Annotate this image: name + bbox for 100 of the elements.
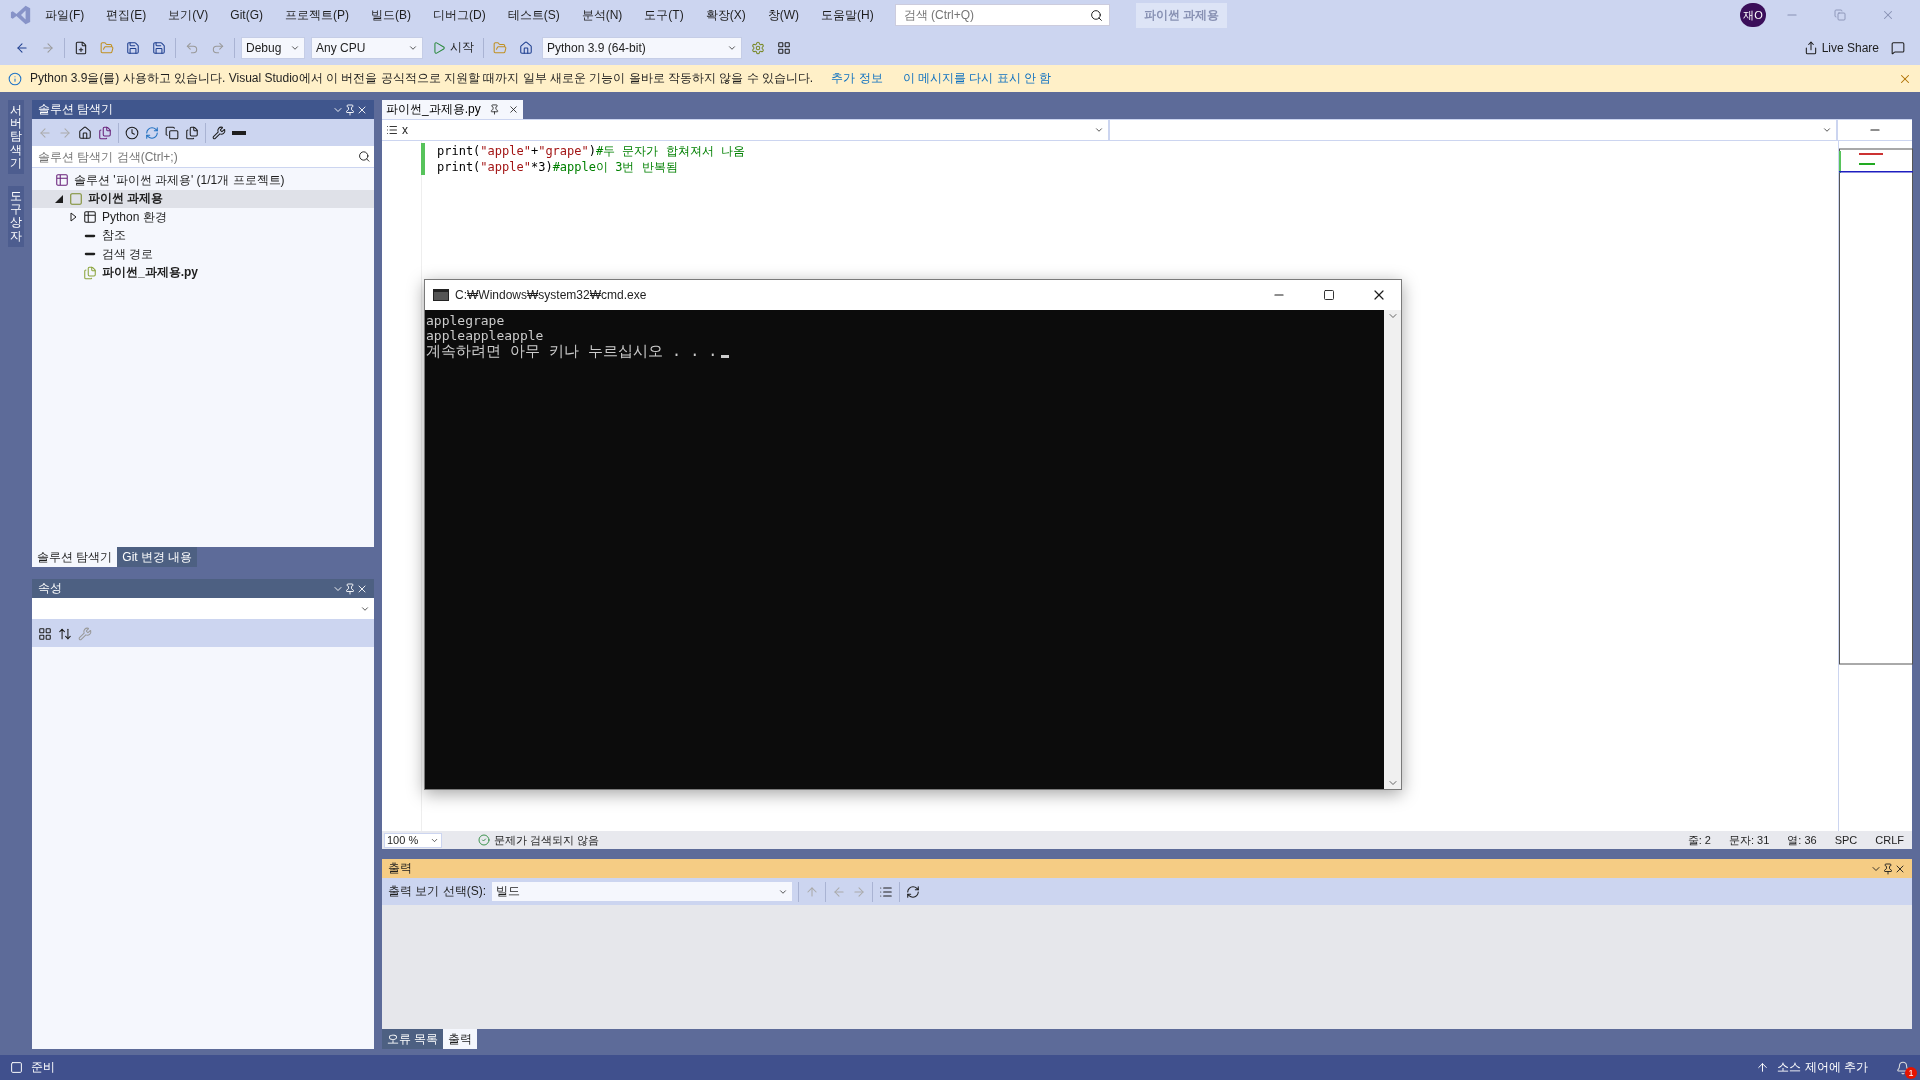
menu-item[interactable]: 창(W)	[758, 3, 808, 27]
save-icon	[126, 40, 140, 55]
folder-search-icon	[493, 40, 507, 55]
tree-item[interactable]: 검색 경로	[32, 245, 374, 264]
status-text: 준비	[31, 1059, 55, 1076]
next-icon	[852, 884, 866, 899]
console-icon	[433, 289, 449, 301]
python-project-icon	[69, 191, 83, 206]
panel-tab[interactable]: 솔루션 탐색기	[32, 547, 118, 567]
redo-icon	[211, 40, 225, 55]
tree-item[interactable]: 파이썬_과제용.py	[32, 263, 374, 282]
undo-icon	[185, 40, 199, 55]
dropdown-icon	[1822, 125, 1832, 135]
search-icon	[357, 150, 370, 163]
user-avatar[interactable]: 재O	[1740, 3, 1766, 27]
platform-dropdown[interactable]: Any CPU	[311, 36, 423, 59]
menu-item[interactable]: 프로젝트(P)	[276, 3, 358, 27]
menu-item[interactable]: Git(G)	[221, 5, 272, 25]
side-tab[interactable]: 서버 탐색기	[8, 100, 24, 174]
zoom-dropdown[interactable]: 100 %	[384, 832, 442, 848]
panel-title: 속성	[38, 580, 63, 597]
close-icon	[507, 104, 519, 115]
info-link[interactable]: 추가 정보	[831, 70, 883, 87]
tree-item[interactable]: 파이썬 과제용	[32, 189, 374, 208]
whitespace-mode: SPC	[1834, 834, 1858, 846]
search-field[interactable]: 검색 (Ctrl+Q)	[901, 7, 1072, 23]
pin-icon	[488, 104, 500, 115]
app-logo	[10, 4, 32, 26]
play-icon	[432, 40, 446, 55]
search-box[interactable]: 검색 (Ctrl+Q)	[894, 4, 1110, 26]
feedback-icon	[1891, 40, 1905, 55]
line-ending: CRLF	[1875, 834, 1904, 846]
solution-search-field[interactable]: 솔루션 탐색기 검색(Ctrl+;)	[36, 148, 358, 165]
info-icon	[8, 71, 22, 86]
notification-count: 1	[1905, 1066, 1917, 1079]
solution-search-box[interactable]: 솔루션 탐색기 검색(Ctrl+;)	[32, 146, 374, 168]
info-link[interactable]: 이 메시지를 다시 표시 안 함	[902, 70, 1052, 87]
output-source-label: 출력 보기 선택(S):	[388, 883, 486, 900]
pin-icon	[344, 582, 356, 595]
menu-item[interactable]: 보기(V)	[159, 3, 218, 27]
menu-item[interactable]: 디버그(D)	[424, 3, 495, 27]
tree-item[interactable]: Python 환경	[32, 208, 374, 227]
dropdown-icon	[1094, 125, 1104, 135]
alphabetical-icon	[58, 626, 72, 641]
show-all-files-icon	[185, 125, 199, 140]
console-title: C:₩Windows₩system32₩cmd.exe	[455, 288, 648, 302]
environment-icon	[83, 210, 97, 225]
environment-dropdown[interactable]: Python 3.9 (64-bit)	[542, 36, 742, 59]
menu-item[interactable]: 분석(N)	[572, 3, 632, 27]
switch-views-icon	[98, 125, 112, 140]
properties-icon	[212, 125, 226, 140]
console-line: 계속하려면 아무 키나 누르십시오 . . .	[426, 343, 718, 360]
cursor	[721, 355, 730, 358]
object-dropdown[interactable]	[32, 598, 374, 620]
info-message: Python 3.9을(를) 사용하고 있습니다. Visual Studio에서 이 버전을 공식적으로 지원할 때까지 일부 새로운 기능이 올바로 작동하지 않을 수 있습니다.	[30, 70, 814, 87]
panel-tab[interactable]: Git 변경 내용	[117, 547, 198, 567]
console-line: appleappleapple	[426, 328, 544, 343]
layout-icon	[777, 40, 791, 55]
configuration-dropdown[interactable]: Debug	[241, 36, 305, 59]
python-file-icon	[83, 265, 97, 280]
solution-icon	[55, 173, 69, 188]
start-button[interactable]: 시작	[429, 37, 477, 58]
close-icon	[1881, 8, 1895, 22]
panel-title: 출력	[388, 860, 413, 877]
scope-text: x	[402, 123, 408, 137]
menu-item[interactable]: 확장(X)	[696, 3, 755, 27]
side-tab[interactable]: 도구 상자	[8, 185, 24, 247]
menu-item[interactable]: 파일(F)	[36, 3, 94, 27]
document-tab[interactable]: 파이썬_과제용.py	[382, 100, 523, 119]
upload-icon	[1756, 1061, 1770, 1074]
ready-icon	[10, 1061, 23, 1074]
tree-item[interactable]: 솔루션 '파이썬 과제용' (1/1개 프로젝트)	[32, 171, 374, 190]
menu-item[interactable]: 도움말(H)	[812, 3, 883, 27]
live-share-button[interactable]: Live Share	[1800, 38, 1882, 57]
forward-icon	[58, 125, 72, 140]
menu-item[interactable]: 테스트(S)	[498, 3, 569, 27]
menu-item[interactable]: 빌드(B)	[362, 3, 420, 27]
panel-title: 솔루션 탐색기	[38, 101, 115, 118]
pin-icon	[1882, 862, 1894, 875]
tree-item[interactable]: 참조	[32, 226, 374, 245]
menu-item[interactable]: 도구(T)	[635, 3, 693, 27]
line-number: 줄: 2	[1687, 832, 1711, 848]
char-number: 문자: 31	[1728, 832, 1770, 848]
preview-icon	[232, 130, 246, 135]
source-control-button[interactable]: 소스 제어에 추가	[1777, 1059, 1868, 1076]
share-icon	[1803, 40, 1818, 55]
pin-icon	[344, 103, 356, 116]
categorized-icon	[38, 626, 52, 641]
home-icon	[78, 125, 92, 140]
property-pages-icon	[78, 626, 92, 641]
solution-name-badge: 파이썬 과제용	[1135, 2, 1227, 28]
panel-tab[interactable]: 오류 목록	[382, 1029, 444, 1049]
panel-tab[interactable]: 출력	[443, 1029, 478, 1049]
back-icon	[15, 40, 29, 55]
output-source-dropdown[interactable]: 빌드	[492, 882, 792, 901]
save-all-icon	[152, 40, 166, 55]
previous-icon	[832, 884, 846, 899]
menu-item[interactable]: 편집(E)	[97, 3, 156, 27]
notification-icon	[1896, 1060, 1910, 1075]
new-item-icon	[74, 40, 88, 55]
